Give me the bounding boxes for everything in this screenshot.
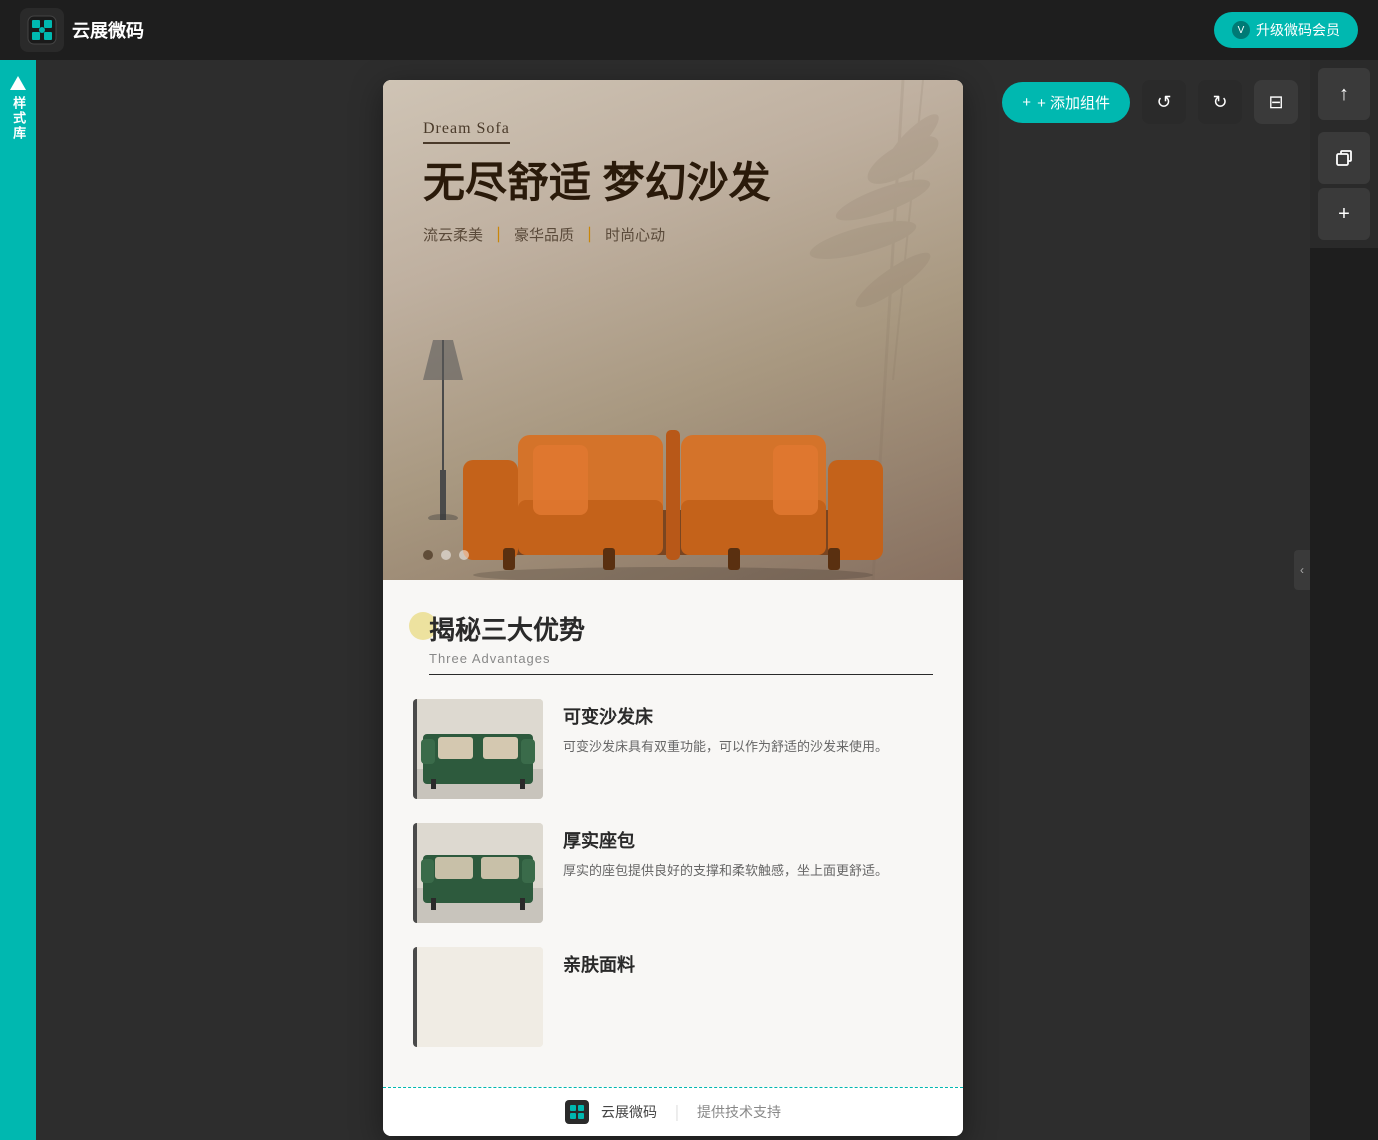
advantage-info-1: 可变沙发床 可变沙发床具有双重功能，可以作为舒适的沙发来使用。 xyxy=(563,699,933,758)
top-bar: 云展微码 V 升级微码会员 xyxy=(0,0,1378,60)
hero-tag-3: 时尚心动 xyxy=(605,224,665,245)
advantage-info-2: 厚实座包 厚实的座包提供良好的支撑和柔软触感，坐上面更舒适。 xyxy=(563,823,933,882)
add-section-button[interactable]: + xyxy=(1318,188,1370,240)
footer-support: 提供技术支持 xyxy=(697,1102,781,1122)
edge-toggle[interactable]: ‹ xyxy=(1294,550,1310,590)
logo-text: 云展微码 xyxy=(72,17,144,43)
save-button[interactable]: ⊟ xyxy=(1254,80,1298,124)
advantage-item-3: 亲肤面料 xyxy=(413,947,933,1047)
dot-3[interactable] xyxy=(459,550,469,560)
section-divider xyxy=(429,674,933,675)
upgrade-button[interactable]: V 升级微码会员 xyxy=(1214,12,1358,48)
section-title: 揭秘三大优势 xyxy=(429,610,933,647)
page-mockup: Dream Sofa 无尽舒适 梦幻沙发 流云柔美 ｜ 豪华品质 ｜ 时尚心动 xyxy=(383,80,963,1136)
hero-divider-1: ｜ xyxy=(491,224,506,245)
redo-button[interactable]: ↻ xyxy=(1198,80,1242,124)
page-footer: 云展微码 ｜ 提供技术支持 xyxy=(383,1087,963,1136)
sidebar-triangle-icon xyxy=(10,76,26,90)
add-component-area: + + 添加组件 ↺ ↻ ⊟ xyxy=(1002,80,1298,124)
lamp-decoration xyxy=(413,340,473,520)
dot-1[interactable] xyxy=(423,550,433,560)
advantage-img-3 xyxy=(413,947,543,1047)
add-component-button[interactable]: + + 添加组件 xyxy=(1002,82,1130,123)
hero-content: Dream Sofa 无尽舒适 梦幻沙发 流云柔美 ｜ 豪华品质 ｜ 时尚心动 xyxy=(423,120,771,245)
advantage-title-2: 厚实座包 xyxy=(563,827,933,853)
logo-area: 云展微码 xyxy=(20,8,144,52)
advantage-img-1 xyxy=(413,699,543,799)
left-sidebar[interactable]: 样式库 xyxy=(0,60,36,1140)
section-subtitle: Three Advantages xyxy=(429,651,933,666)
undo-button[interactable]: ↺ xyxy=(1142,80,1186,124)
hero-title: 无尽舒适 梦幻沙发 xyxy=(423,158,771,208)
hero-banner: Dream Sofa 无尽舒适 梦幻沙发 流云柔美 ｜ 豪华品质 ｜ 时尚心动 xyxy=(383,80,963,580)
thick-cushion-image xyxy=(413,823,543,923)
advantage-item-1: 可变沙发床 可变沙发床具有双重功能，可以作为舒适的沙发来使用。 xyxy=(413,699,933,799)
section-header: 揭秘三大优势 Three Advantages xyxy=(413,610,933,675)
advantage-title-3: 亲肤面料 xyxy=(563,951,933,977)
canvas-area: Dream Sofa 无尽舒适 梦幻沙发 流云柔美 ｜ 豪华品质 ｜ 时尚心动 xyxy=(36,60,1310,1140)
plus-icon: + xyxy=(1022,94,1031,111)
right-toolbar: ↑ + xyxy=(1310,60,1378,248)
advantage-info-3: 亲肤面料 xyxy=(563,947,933,985)
sofa-bed-image xyxy=(413,699,543,799)
sidebar-label: 样式库 xyxy=(9,96,27,141)
logo-icon xyxy=(20,8,64,52)
upload-button[interactable]: ↑ xyxy=(1318,68,1370,120)
dot-2[interactable] xyxy=(441,550,451,560)
copy-button[interactable] xyxy=(1318,132,1370,184)
hero-divider-2: ｜ xyxy=(582,224,597,245)
advantages-section: 揭秘三大优势 Three Advantages xyxy=(383,580,963,1087)
fabric-image xyxy=(413,947,543,1047)
hero-dots xyxy=(423,550,469,560)
advantage-desc-2: 厚实的座包提供良好的支撑和柔软触感，坐上面更舒适。 xyxy=(563,861,933,882)
hero-subtitle: Dream Sofa xyxy=(423,120,510,144)
advantage-desc-1: 可变沙发床具有双重功能，可以作为舒适的沙发来使用。 xyxy=(563,737,933,758)
advantage-title-1: 可变沙发床 xyxy=(563,703,933,729)
advantage-item-2: 厚实座包 厚实的座包提供良好的支撑和柔软触感，坐上面更舒适。 xyxy=(413,823,933,923)
vip-icon: V xyxy=(1232,21,1250,39)
sofa-image xyxy=(433,380,913,580)
hero-tags: 流云柔美 ｜ 豪华品质 ｜ 时尚心动 xyxy=(423,224,771,245)
advantage-img-2 xyxy=(413,823,543,923)
footer-divider: ｜ xyxy=(669,1100,685,1124)
footer-logo xyxy=(565,1100,589,1124)
hero-tag-1: 流云柔美 xyxy=(423,224,483,245)
hero-tag-2: 豪华品质 xyxy=(514,224,574,245)
footer-brand: 云展微码 xyxy=(601,1102,657,1122)
